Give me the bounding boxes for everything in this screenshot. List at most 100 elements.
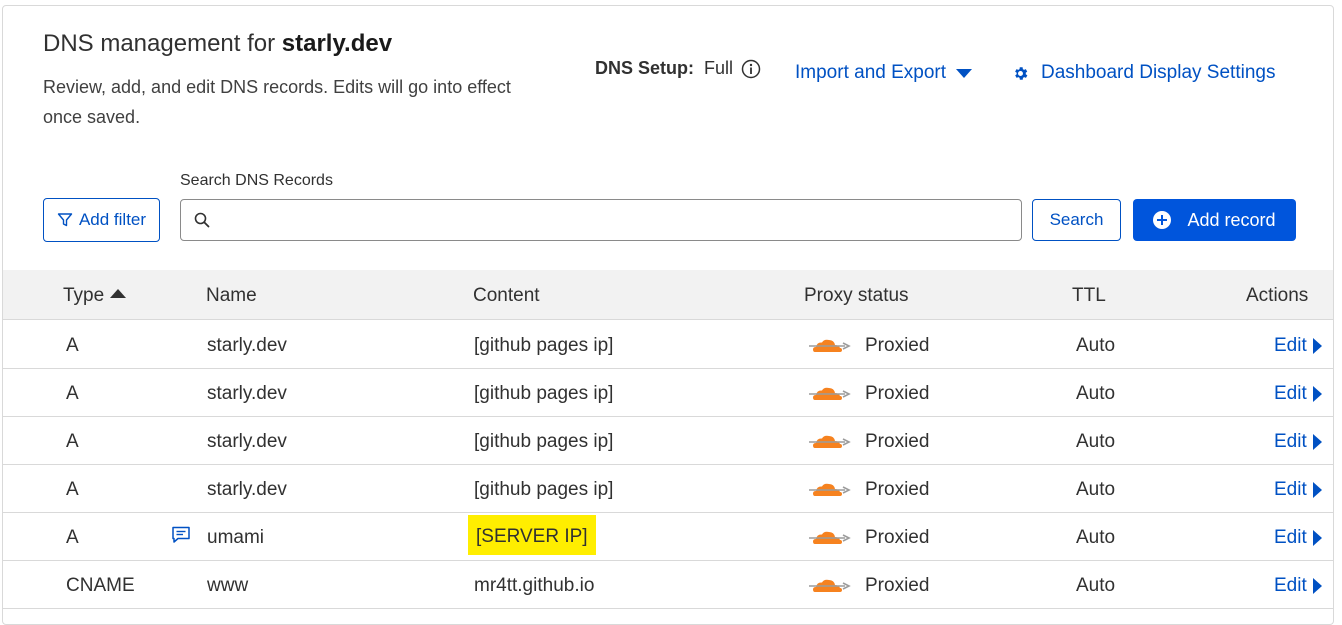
page-title-domain: starly.dev [281, 30, 393, 57]
proxy-status-label: Proxied [865, 431, 930, 452]
gear-icon [1015, 66, 1028, 80]
add-record-label: Add record [1187, 209, 1276, 230]
record-type: A [66, 527, 79, 548]
record-type: A [66, 383, 79, 404]
add-record-button[interactable]: Add record [1133, 199, 1296, 241]
search-input[interactable] [218, 200, 1021, 240]
record-type: CNAME [66, 575, 135, 596]
proxy-status-label: Proxied [865, 527, 930, 548]
edit-link[interactable]: Edit [1274, 335, 1322, 357]
cloud-proxied-icon [809, 531, 851, 544]
caret-right-icon [1312, 482, 1322, 498]
cloud-proxied-icon [809, 579, 851, 592]
table-row[interactable]: Astarly.dev [github pages ip] Proxied Auto E… [3, 369, 1333, 417]
record-ttl: Auto [1076, 527, 1116, 548]
edit-link[interactable]: Edit [1274, 479, 1322, 501]
search-field[interactable] [180, 199, 1022, 241]
edit-link[interactable]: Edit [1274, 575, 1322, 597]
import-export-dropdown[interactable]: Import and Export [795, 62, 973, 84]
comment-icon[interactable] [171, 525, 191, 545]
edit-label: Edit [1274, 479, 1307, 500]
edit-link[interactable]: Edit [1274, 383, 1322, 405]
record-type: A [66, 431, 79, 452]
table-row[interactable]: CNAME www mr4tt.github.io Proxied Auto Edit [3, 561, 1333, 609]
record-ttl: Auto [1076, 335, 1116, 356]
proxy-status: Proxied [809, 575, 929, 597]
table-row[interactable]: Astarly.dev [github pages ip] Proxied Auto E… [3, 321, 1333, 369]
column-header-actions: Actions [1246, 285, 1309, 306]
column-header-content[interactable]: Content [473, 285, 540, 307]
search-icon [194, 212, 210, 228]
caret-right-icon [1312, 530, 1322, 546]
record-content: [github pages ip] [474, 383, 614, 404]
table-row[interactable]: Astarly.dev [github pages ip] Proxied Auto E… [3, 465, 1333, 513]
column-header-ttl[interactable]: TTL [1072, 285, 1106, 307]
dns-setup: DNS Setup: Full [595, 58, 761, 79]
record-ttl: Auto [1076, 383, 1116, 404]
column-type-label: Type [63, 285, 105, 306]
caret-right-icon [1312, 434, 1322, 450]
import-export-label: Import and Export [795, 62, 947, 83]
proxy-status: Proxied [809, 383, 929, 405]
info-icon[interactable] [741, 59, 761, 79]
edit-label: Edit [1274, 431, 1307, 452]
edit-label: Edit [1274, 575, 1307, 596]
caret-right-icon [1312, 578, 1322, 594]
record-name: starly.dev [207, 383, 287, 404]
record-name: starly.dev [207, 431, 287, 452]
edit-label: Edit [1274, 335, 1307, 356]
record-name: starly.dev [207, 335, 287, 356]
proxy-status: Proxied [809, 431, 929, 453]
record-ttl: Auto [1076, 431, 1116, 452]
record-content: mr4tt.github.io [474, 575, 595, 596]
caret-right-icon [1312, 386, 1322, 402]
cloud-proxied-icon [809, 483, 851, 496]
column-header-name[interactable]: Name [206, 285, 257, 307]
record-type: A [66, 335, 79, 356]
proxy-status-label: Proxied [865, 383, 930, 404]
record-content: [github pages ip] [474, 479, 614, 500]
record-ttl: Auto [1076, 575, 1116, 596]
edit-link[interactable]: Edit [1274, 431, 1322, 453]
table-header: Type Name Content Proxy status TTL Actio… [3, 270, 1333, 320]
column-header-type[interactable]: Type [63, 285, 127, 307]
record-name: starly.dev [207, 479, 287, 500]
dashboard-display-settings-label: Dashboard Display Settings [1041, 62, 1276, 83]
cloud-proxied-icon [809, 435, 851, 448]
edit-label: Edit [1274, 527, 1307, 548]
plus-circle-icon [1153, 211, 1172, 229]
dashboard-display-settings-link[interactable]: Dashboard Display Settings [1012, 62, 1275, 84]
page-description: Review, add, and edit DNS records. Edits… [43, 77, 511, 127]
record-type: A [66, 479, 79, 500]
search-label: Search DNS Records [180, 172, 333, 189]
caret-right-icon [1312, 338, 1322, 354]
caret-down-icon [956, 68, 973, 78]
record-content: [github pages ip] [474, 431, 614, 452]
search-button[interactable]: Search [1032, 199, 1121, 241]
cloud-proxied-icon [809, 339, 851, 352]
edit-link[interactable]: Edit [1274, 527, 1322, 549]
dns-setup-label: DNS Setup: [595, 58, 694, 78]
dns-setup-value: Full [704, 58, 734, 78]
filter-icon [57, 213, 73, 227]
add-filter-button[interactable]: Add filter [43, 198, 160, 242]
proxy-status-label: Proxied [865, 335, 930, 356]
record-ttl: Auto [1076, 479, 1116, 500]
proxy-status-label: Proxied [865, 479, 930, 500]
record-content: [SERVER IP] [468, 515, 596, 555]
page-title: DNS management for starly.dev [43, 30, 392, 58]
edit-label: Edit [1274, 383, 1307, 404]
table-row[interactable]: Aumami [SERVER IP] Proxied Auto Edit [3, 513, 1333, 561]
sort-up-icon [110, 289, 127, 299]
record-name: umami [207, 527, 265, 548]
proxy-status: Proxied [809, 335, 929, 357]
table-row[interactable]: Astarly.dev [github pages ip] Proxied Auto E… [3, 417, 1333, 465]
column-header-proxy-status[interactable]: Proxy status [804, 285, 909, 307]
page-title-prefix: DNS management for [43, 30, 282, 57]
cloud-proxied-icon [809, 387, 851, 400]
record-content: [github pages ip] [474, 335, 614, 356]
proxy-status: Proxied [809, 527, 929, 549]
proxy-status-label: Proxied [865, 575, 930, 596]
add-filter-label: Add filter [78, 210, 147, 229]
record-name: www [207, 575, 249, 596]
